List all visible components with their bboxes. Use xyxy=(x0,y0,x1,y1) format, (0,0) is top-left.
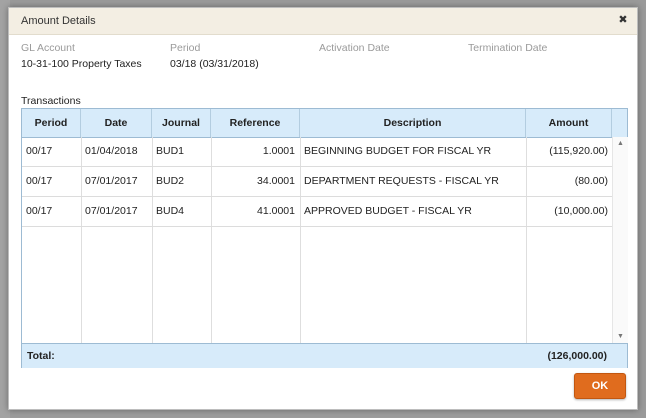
period-field: Period 03/18 (03/31/2018) xyxy=(170,42,259,70)
total-label: Total: xyxy=(27,350,55,362)
gl-account-value: 10-31-100 Property Taxes xyxy=(21,58,142,70)
cell-amount: (115,920.00) xyxy=(549,145,608,157)
column-header-description[interactable]: Description xyxy=(300,109,526,137)
cell-amount: (80.00) xyxy=(574,175,608,187)
cell-journal: BUD1 xyxy=(156,145,185,157)
transactions-grid: Period Date Journal Reference Descriptio… xyxy=(21,108,628,368)
cell-date: 07/01/2017 xyxy=(85,175,138,187)
grid-scrollbar[interactable]: ▲ ▼ xyxy=(612,137,628,343)
table-row[interactable]: 00/17 07/01/2017 BUD4 41.0001 APPROVED B… xyxy=(22,197,612,227)
cell-reference: 34.0001 xyxy=(257,175,295,187)
cell-description: APPROVED BUDGET - FISCAL YR xyxy=(304,205,472,217)
gl-account-field: GL Account 10-31-100 Property Taxes xyxy=(21,42,142,70)
period-label: Period xyxy=(170,42,201,54)
gl-account-label: GL Account xyxy=(21,42,75,54)
column-header-filler xyxy=(612,109,627,137)
column-header-reference[interactable]: Reference xyxy=(211,109,300,137)
column-header-journal[interactable]: Journal xyxy=(152,109,211,137)
activation-date-field: Activation Date xyxy=(319,42,390,58)
cell-description: BEGINNING BUDGET FOR FISCAL YR xyxy=(304,145,492,157)
transactions-label: Transactions xyxy=(21,95,81,107)
termination-date-field: Termination Date xyxy=(468,42,547,58)
dialog-title: Amount Details xyxy=(21,15,96,27)
amount-details-dialog: Amount Details ✖ GL Account 10-31-100 Pr… xyxy=(8,7,638,410)
close-icon[interactable]: ✖ xyxy=(616,13,630,27)
cell-reference: 41.0001 xyxy=(257,205,295,217)
period-value: 03/18 (03/31/2018) xyxy=(170,58,259,70)
cell-journal: BUD4 xyxy=(156,205,185,217)
grid-header: Period Date Journal Reference Descriptio… xyxy=(22,109,627,138)
cell-description: DEPARTMENT REQUESTS - FISCAL YR xyxy=(304,175,499,187)
scroll-up-icon[interactable]: ▲ xyxy=(617,140,624,147)
scroll-down-icon[interactable]: ▼ xyxy=(617,333,624,340)
cell-amount: (10,000.00) xyxy=(554,205,608,217)
table-row[interactable]: 00/17 07/01/2017 BUD2 34.0001 DEPARTMENT… xyxy=(22,167,612,197)
column-header-amount[interactable]: Amount xyxy=(526,109,612,137)
cell-period: 00/17 xyxy=(26,145,53,157)
activation-date-label: Activation Date xyxy=(319,42,390,54)
cell-reference: 1.0001 xyxy=(262,145,295,157)
total-value: (126,000.00) xyxy=(547,350,607,362)
dialog-header: Amount Details ✖ xyxy=(9,8,637,35)
cell-journal: BUD2 xyxy=(156,175,185,187)
cell-period: 00/17 xyxy=(26,205,53,217)
column-header-date[interactable]: Date xyxy=(81,109,152,137)
column-header-period[interactable]: Period xyxy=(22,109,81,137)
termination-date-label: Termination Date xyxy=(468,42,548,54)
cell-period: 00/17 xyxy=(26,175,53,187)
ok-button[interactable]: OK xyxy=(574,373,626,399)
cell-date: 07/01/2017 xyxy=(85,205,138,217)
table-row[interactable]: 00/17 01/04/2018 BUD1 1.0001 BEGINNING B… xyxy=(22,137,612,167)
grid-footer-total: Total: (126,000.00) xyxy=(22,343,627,368)
cell-date: 01/04/2018 xyxy=(85,145,138,157)
